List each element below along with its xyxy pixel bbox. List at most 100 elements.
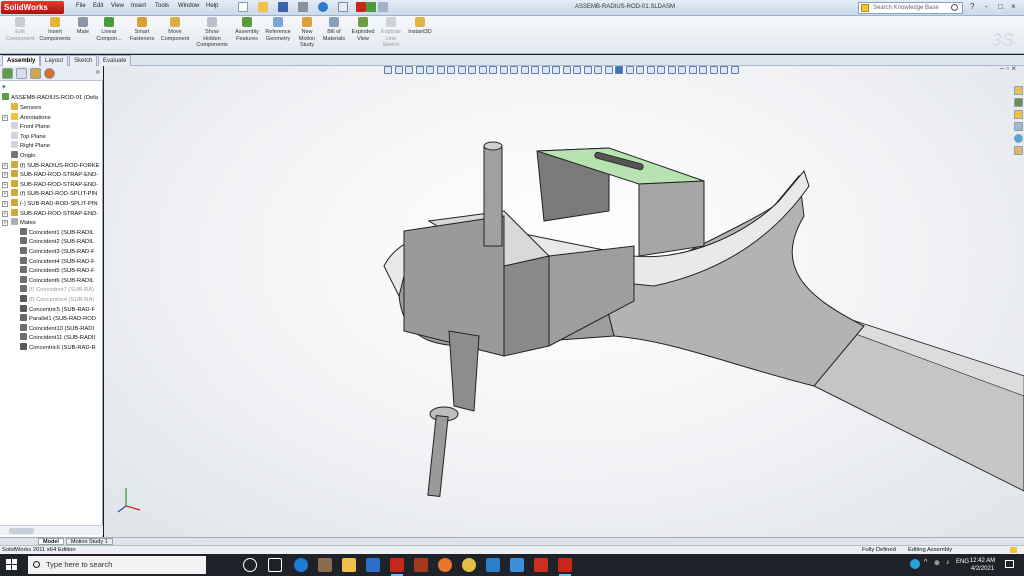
tree-item[interactable]: Coincident10 (SUB-RADI [20,323,94,333]
options-icon[interactable] [366,2,376,12]
pdf-reader-icon[interactable] [534,558,548,572]
instant3d-button[interactable]: Instant3D [405,17,435,36]
tab-sketch[interactable]: Sketch [69,55,98,66]
view-tool-icon[interactable] [499,66,508,74]
tree-item[interactable]: (f) Concentric4 (SUB-RA) [20,295,94,304]
view-tool-icon[interactable] [510,66,518,74]
view-tool-icon[interactable] [699,66,707,74]
view-tool-icon[interactable] [688,66,697,74]
knowledge-base-search[interactable]: Search Knowledge Base [858,2,963,14]
explode-line-sketch-button[interactable]: Explode Line Sketch [378,17,404,49]
network-icon[interactable]: ⊕ [934,559,940,567]
drawing-app-icon[interactable] [486,558,500,572]
view-tool-icon[interactable] [678,66,686,74]
tree-item[interactable]: SUB-RAD-ROD-STRAP-END- [11,179,98,189]
insert-components-button[interactable]: Insert Components [38,17,72,42]
task-view-icon[interactable] [268,558,282,572]
save-icon[interactable] [278,2,288,12]
menu-file[interactable]: File [76,3,86,9]
smart-fasteners-button[interactable]: Smart Fasteners [126,17,158,42]
menu-edit[interactable]: Edit [93,3,103,9]
view-tool-icon[interactable] [552,66,560,74]
reference-geometry-button[interactable]: Reference Geometry [262,17,294,42]
view-tool-icon[interactable] [478,66,487,74]
tree-item[interactable]: Top Plane [11,131,46,141]
view-tool-icon[interactable] [426,66,434,74]
move-component-button[interactable]: Move Component [158,17,192,42]
file-properties-icon[interactable] [378,2,388,12]
expand-toggle-icon[interactable]: + [2,162,8,169]
tree-horizontal-scrollbar[interactable] [0,525,103,535]
view-tool-icon[interactable] [531,66,539,74]
view-tool-icon[interactable] [667,66,676,74]
split-pin[interactable] [483,145,503,247]
tree-item[interactable]: Coincident11 (SUB-RADII [20,333,95,342]
status-warning-icon[interactable] [1010,547,1017,553]
view-tool-icon[interactable] [636,66,644,74]
expand-toggle-icon[interactable]: + [2,191,8,198]
clamp-block-front[interactable] [503,255,550,357]
tree-item[interactable]: Front Plane [11,122,50,131]
solidworks-logo[interactable]: SolidWorks [1,1,64,14]
view-tool-icon[interactable] [730,66,739,74]
view-tool-icon[interactable] [583,66,592,74]
filter-icon[interactable]: ▾ [2,83,16,91]
view-tool-icon[interactable] [415,66,424,74]
expand-toggle-icon[interactable]: + [2,172,8,179]
tab-model[interactable]: Model [38,538,64,545]
firefox-icon[interactable] [438,558,452,572]
show-hidden-components-button[interactable]: Show Hidden Components [194,17,230,49]
menu-view[interactable]: View [111,3,124,9]
expand-toggle-icon[interactable]: + [2,181,8,188]
tree-item[interactable]: Coincident3 (SUB-RAD-F [20,247,95,256]
tree-item[interactable]: SUB-RAD-ROD-STRAP-END- [11,170,98,179]
notifications-icon[interactable] [1005,560,1014,568]
radius-rod-assembly-model[interactable] [304,96,1024,536]
menu-window[interactable]: Window [178,3,199,9]
tree-item[interactable]: Right Plane [11,141,50,150]
cortana-icon[interactable] [243,558,257,572]
help-tray-icon[interactable] [910,559,920,569]
exploded-view-button[interactable]: Exploded View [349,17,377,42]
menu-tools[interactable]: Tools [155,3,169,9]
expand-toggle-icon[interactable]: + [2,201,8,207]
tree-item[interactable]: Sensors [11,103,41,112]
edge-icon[interactable] [294,558,308,572]
view-tool-icon[interactable] [457,66,466,74]
taskbar-search[interactable]: Type here to search [28,556,206,574]
file-explorer-icon[interactable] [342,558,356,572]
open-folder-icon[interactable] [258,2,268,12]
expand-toggle-icon[interactable]: + [2,114,8,121]
property-manager-tab-icon[interactable] [16,68,27,79]
new-motion-study-button[interactable]: New Motion Study [295,17,319,49]
view-tool-icon[interactable] [615,66,623,74]
viewport-window-controls[interactable]: – ▫ × [1000,66,1016,73]
tree-item[interactable]: (f) SUB-RADIUS-ROD-FORKE [11,160,100,170]
photos-icon[interactable] [510,558,524,572]
tree-item[interactable]: Annotations [11,112,51,122]
volume-icon[interactable]: ♪ [946,559,950,566]
tab-assembly[interactable]: Assembly [2,55,41,66]
expand-toggle-icon[interactable]: + [2,220,8,227]
view-tool-icon[interactable] [384,66,392,74]
view-tool-icon[interactable] [520,66,529,74]
view-tool-icon[interactable] [447,66,455,74]
start-button[interactable] [6,559,18,571]
tree-root[interactable]: ASSEMB-RADIUS-ROD-01 (Defa [2,93,98,102]
tree-item[interactable]: Coincident4 (SUB-RAD-F [20,256,95,266]
tree-item[interactable]: (f) Coincident7 (SUB-RA) [20,285,94,294]
menu-insert[interactable]: Insert [131,3,146,9]
tree-item[interactable]: Concentric5 (SUB-RAD-F [20,304,95,314]
view-tool-icon[interactable] [436,66,445,74]
tree-item[interactable]: (-) SUB-RAD-ROD-SPLIT-PIN [11,199,98,208]
minimize-button[interactable]: - [985,2,988,11]
tree-item[interactable]: Coincident5 (SUB-RAD-F [20,266,95,275]
tree-item[interactable]: Parallel1 (SUB-RAD-ROD [20,314,96,323]
view-tool-icon[interactable] [625,66,634,74]
view-tool-icon[interactable] [394,66,403,74]
view-tool-icon[interactable] [720,66,728,74]
solidworks-resources-icon[interactable] [1014,86,1023,95]
mate-button[interactable]: Mate [73,17,93,36]
view-tool-icon[interactable] [405,66,413,74]
menu-help[interactable]: Help [206,3,218,9]
